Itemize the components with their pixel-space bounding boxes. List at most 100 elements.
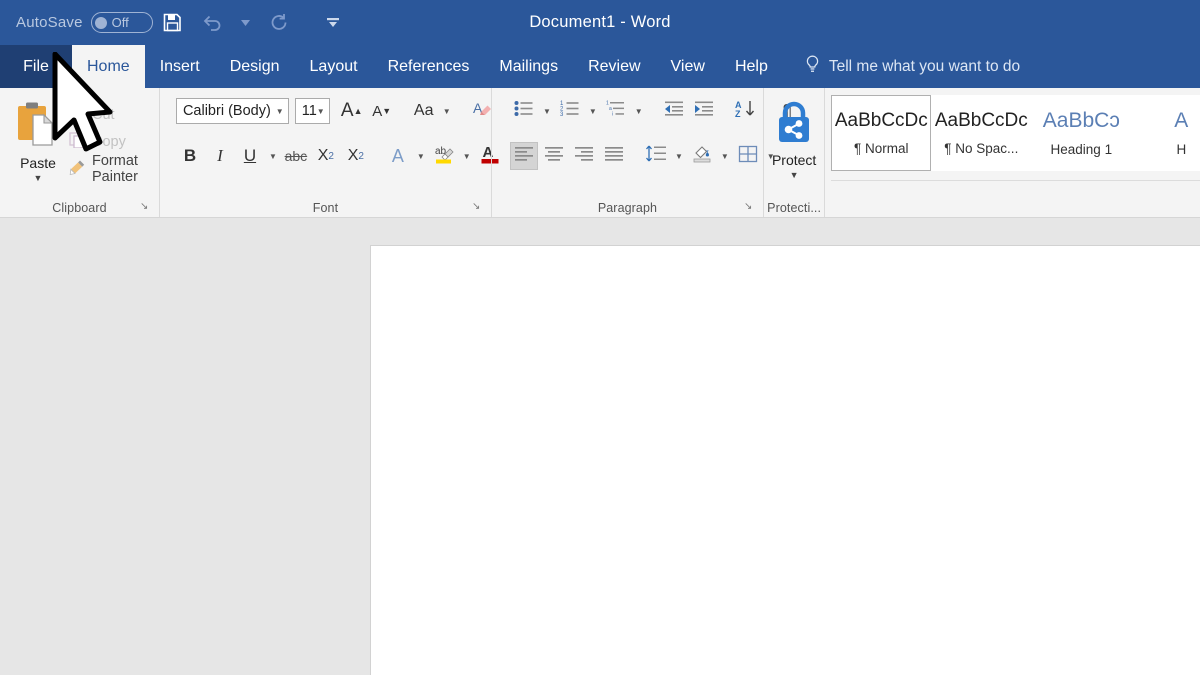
redo-icon (269, 13, 289, 32)
tab-review[interactable]: Review (573, 45, 655, 88)
multilevel-dropdown-icon[interactable]: ▼ (632, 107, 646, 116)
word-window: AutoSave Off Document1 - Word File Home … (0, 0, 1200, 675)
tab-insert[interactable]: Insert (145, 45, 215, 88)
decrease-indent-icon (663, 100, 685, 122)
styles-gallery: AaBbCcDc ¶ Normal AaBbCcDc ¶ No Spac... … (825, 88, 1200, 171)
font-dialog-launcher[interactable]: ↘ (472, 201, 484, 213)
paste-dropdown-icon[interactable]: ▼ (34, 174, 43, 183)
shrink-font-button[interactable]: A ▼ (368, 97, 396, 125)
customize-quick-access-icon (326, 17, 340, 28)
format-painter-label: Format Painter (92, 153, 138, 185)
align-center-icon (544, 146, 564, 167)
change-case-dropdown-icon[interactable]: ▼ (440, 107, 454, 116)
subscript-button[interactable]: X2 (312, 142, 340, 170)
group-clipboard: Paste ▼ Cut Copy Format Painter Clipboar… (0, 88, 159, 218)
highlight-dropdown-icon[interactable]: ▼ (460, 152, 474, 161)
numbering-icon: 1 2 3 (560, 100, 580, 122)
text-effects-button[interactable]: A (384, 142, 412, 170)
undo-button[interactable] (193, 3, 233, 43)
underline-button[interactable]: U (236, 142, 264, 170)
multilevel-list-button[interactable]: 1 a i (602, 97, 630, 125)
protect-dropdown-icon[interactable]: ▼ (790, 171, 799, 180)
bullets-icon (514, 100, 534, 122)
save-icon (163, 13, 182, 32)
tab-file[interactable]: File (0, 45, 72, 88)
align-center-button[interactable] (540, 142, 568, 170)
sort-button[interactable]: A Z (732, 97, 760, 125)
strikethrough-icon: abc (284, 148, 308, 164)
tab-mailings[interactable]: Mailings (484, 45, 573, 88)
line-spacing-button[interactable] (642, 142, 670, 170)
line-spacing-dropdown-icon[interactable]: ▼ (672, 152, 686, 161)
undo-dropdown-button[interactable] (233, 3, 259, 43)
chevron-down-icon (241, 19, 251, 26)
tab-view[interactable]: View (656, 45, 720, 88)
autosave-label: AutoSave (16, 14, 83, 31)
decrease-indent-button[interactable] (660, 97, 688, 125)
superscript-button[interactable]: X2 (342, 142, 370, 170)
group-label-font: Font (312, 201, 339, 215)
text-highlight-button[interactable]: ab (430, 142, 458, 170)
italic-button[interactable]: I (206, 142, 234, 170)
numbering-button[interactable]: 1 2 3 (556, 97, 584, 125)
copy-icon (69, 132, 86, 152)
tab-layout[interactable]: Layout (295, 45, 373, 88)
grow-font-button[interactable]: A ▲ (338, 97, 366, 125)
shading-dropdown-icon[interactable]: ▼ (718, 152, 732, 161)
align-left-button[interactable] (509, 142, 538, 170)
undo-icon (202, 13, 223, 32)
ribbon-tabs: File Home Insert Design Layout Reference… (0, 45, 1200, 88)
document-page[interactable] (370, 245, 1200, 675)
style-preview: AaBbCcDc (834, 110, 928, 131)
text-effects-dropdown-icon[interactable]: ▼ (414, 152, 428, 161)
style-item-heading-1[interactable]: AaBbCɔ Heading 1 (1031, 95, 1132, 171)
change-case-button[interactable]: Aa (410, 97, 438, 125)
strikethrough-button[interactable]: abc (282, 142, 310, 170)
style-preview: AaBbCɔ (1042, 109, 1120, 132)
group-label-protection: Protecti... (767, 201, 822, 215)
font-size-combo[interactable]: 11 ▼ (294, 98, 330, 124)
underline-icon: U (243, 146, 257, 165)
style-item-no-spacing[interactable]: AaBbCcDc ¶ No Spac... (931, 95, 1032, 171)
bullets-button[interactable] (510, 97, 538, 125)
autosave-toggle[interactable]: Off (90, 12, 153, 33)
group-styles: AaBbCcDc ¶ Normal AaBbCcDc ¶ No Spac... … (824, 88, 1200, 218)
style-preview: AaBbCcDc (934, 110, 1028, 131)
style-label: ¶ Normal (854, 141, 909, 156)
tab-references[interactable]: References (373, 45, 485, 88)
paragraph-dialog-launcher[interactable]: ↘ (744, 201, 756, 213)
save-button[interactable] (153, 3, 193, 43)
numbering-dropdown-icon[interactable]: ▼ (586, 107, 600, 116)
bullets-dropdown-icon[interactable]: ▼ (540, 107, 554, 116)
borders-button[interactable] (734, 142, 762, 170)
protect-button[interactable]: Protect ▼ (772, 94, 816, 180)
lock-share-icon (772, 100, 816, 151)
paste-button[interactable]: Paste ▼ (16, 98, 60, 183)
increase-indent-button[interactable] (690, 97, 718, 125)
quick-access-toolbar: AutoSave Off (0, 3, 353, 43)
tell-me-search[interactable]: Tell me what you want to do (805, 45, 1020, 88)
font-name-combo[interactable]: Calibri (Body) ▼ (175, 98, 289, 124)
clipboard-dialog-launcher[interactable]: ↘ (140, 201, 152, 213)
chevron-down-icon: ▼ (316, 106, 325, 116)
underline-dropdown-icon[interactable]: ▼ (266, 152, 280, 161)
redo-button[interactable] (259, 3, 299, 43)
cut-button[interactable]: Cut (66, 103, 151, 127)
align-right-button[interactable] (570, 142, 598, 170)
tab-home[interactable]: Home (72, 45, 145, 88)
line-spacing-icon (645, 145, 667, 167)
tell-me-label: Tell me what you want to do (828, 57, 1021, 75)
copy-button[interactable]: Copy (66, 130, 151, 154)
justify-button[interactable] (600, 142, 628, 170)
shading-button[interactable] (688, 142, 716, 170)
tab-design[interactable]: Design (215, 45, 295, 88)
format-painter-button[interactable]: Format Painter (66, 153, 151, 185)
style-item-heading-2[interactable]: A H (1131, 95, 1200, 171)
tab-help[interactable]: Help (720, 45, 783, 88)
bold-button[interactable]: B (176, 142, 204, 170)
group-label-clipboard: Clipboard (52, 201, 107, 215)
text-effects-icon: A (391, 145, 404, 166)
style-item-normal[interactable]: AaBbCcDc ¶ Normal (831, 95, 932, 171)
customize-quick-access-button[interactable] (313, 3, 353, 43)
paste-icon (16, 101, 60, 152)
